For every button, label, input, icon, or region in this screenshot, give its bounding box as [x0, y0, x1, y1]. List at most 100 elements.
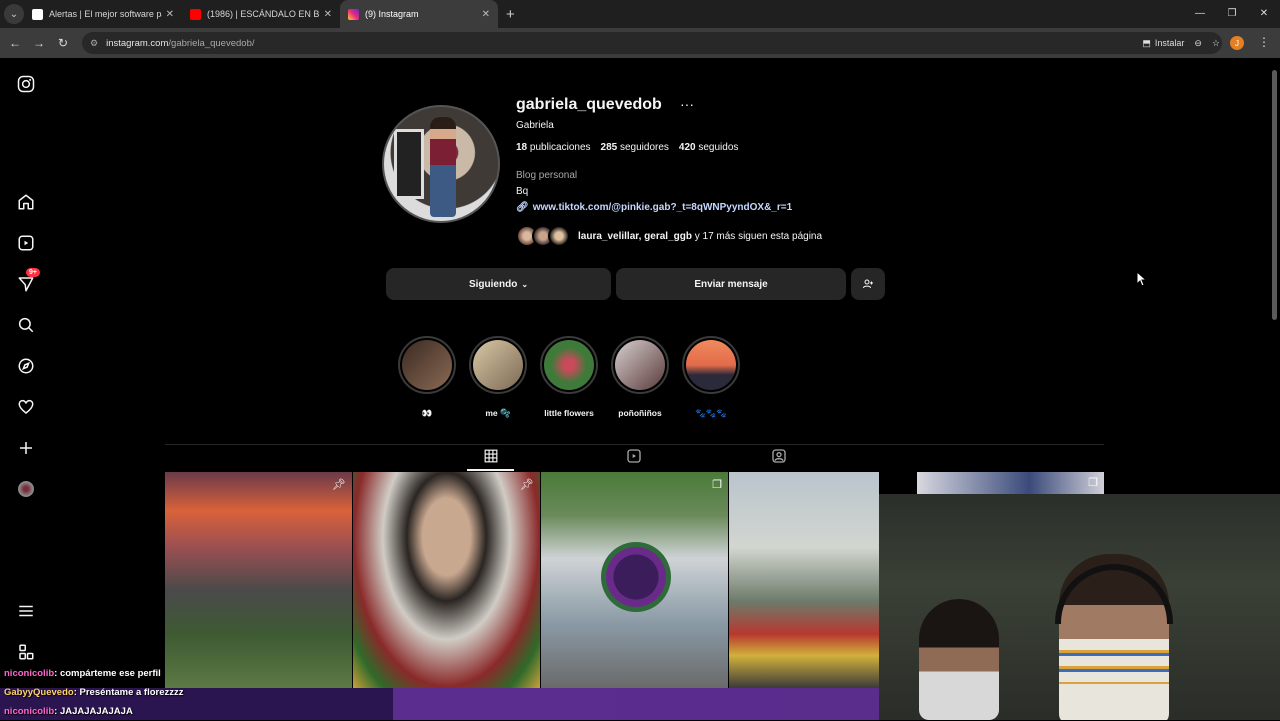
followers-count: 285 — [600, 142, 618, 153]
create-icon[interactable] — [16, 438, 36, 458]
highlight-label: 🐾🐾🐾 — [695, 408, 727, 418]
highlight-item[interactable]: poñoñiños — [611, 336, 669, 418]
tab-title: (1986) | ESCÁNDALO EN BRASIL — [207, 9, 320, 19]
install-label: Instalar — [1154, 38, 1185, 48]
threads-icon[interactable] — [16, 642, 36, 662]
post-thumbnail[interactable]: ❐ — [729, 472, 879, 688]
followers-stat[interactable]: 285 seguidores — [601, 142, 669, 153]
suggested-users-button[interactable] — [851, 268, 885, 300]
chat-text: : Preséntame a florezzzz — [73, 687, 184, 698]
search-icon[interactable] — [16, 315, 36, 335]
highlight-item[interactable]: me 🫧 — [469, 336, 527, 419]
send-message-button[interactable]: Enviar mensaje — [616, 268, 846, 300]
reels-icon[interactable] — [16, 233, 36, 253]
heart-icon[interactable] — [16, 397, 36, 417]
profile-category: Blog personal — [516, 170, 578, 181]
tab-tagged[interactable] — [769, 446, 789, 466]
following-stat[interactable]: 420 seguidos — [679, 142, 739, 153]
post-thumbnail[interactable]: ❐ — [541, 472, 728, 688]
site-info-icon[interactable]: ⚙ — [90, 38, 98, 49]
webcam-overlay — [879, 494, 1280, 720]
shirt-stripe — [1059, 644, 1169, 684]
followers-label: seguidores — [619, 142, 669, 153]
chat-text: : compárteme ese perfil — [54, 668, 161, 679]
url-input[interactable]: ⚙ instagram.com/gabriela_quevedob/ — [82, 32, 1222, 54]
profile-stats: 18 publicaciones 285 seguidores 420 segu… — [516, 142, 738, 153]
highlight-ring — [682, 336, 740, 394]
following-button-label: Siguiendo — [468, 278, 518, 290]
close-tab-icon[interactable]: ✕ — [324, 9, 332, 20]
posts-count: 18 — [516, 142, 528, 153]
browser-tab-bar: ⌄ Alertas | El mejor software para ✕ (19… — [0, 0, 1280, 28]
tab-title: (9) Instagram — [365, 9, 419, 19]
home-icon[interactable] — [16, 192, 36, 212]
close-tab-icon[interactable]: ✕ — [482, 9, 490, 20]
highlight-image — [686, 340, 736, 390]
close-window-icon[interactable]: ✕ — [1248, 0, 1280, 28]
more-options-icon[interactable]: ··· — [680, 96, 694, 112]
explore-icon[interactable] — [16, 356, 36, 376]
tab-reels[interactable] — [624, 446, 644, 466]
reload-icon[interactable]: ↻ — [51, 36, 75, 50]
browser-tab-instagram[interactable]: (9) Instagram ✕ — [340, 0, 498, 28]
post-thumbnail[interactable]: ❐ — [917, 472, 1104, 494]
forward-icon[interactable]: → — [27, 36, 51, 50]
profile-link-text: www.tiktok.com/@pinkie.gab?_t=8qWNPyyndO… — [532, 202, 793, 213]
tab-search-button[interactable]: ⌄ — [4, 4, 24, 24]
followed-by[interactable]: laura_velillar, geral_ggb y 17 más sigue… — [516, 225, 822, 247]
browser-menu-icon[interactable]: ⋮ — [1258, 35, 1270, 49]
browser-profile-avatar[interactable]: J — [1230, 36, 1244, 50]
new-tab-icon[interactable]: + — [506, 6, 515, 23]
highlight-label: little flowers — [544, 408, 594, 418]
browser-tab-youtube[interactable]: (1986) | ESCÁNDALO EN BRASIL ✕ — [182, 0, 340, 28]
omnibox-actions: ⬒ Instalar ⊖ ☆ J — [1142, 32, 1244, 54]
profile-bio: Bq — [516, 186, 529, 197]
instagram-favicon-icon — [348, 8, 359, 20]
instagram-sidebar: 9+ — [0, 58, 52, 720]
add-user-icon — [863, 279, 873, 289]
back-icon[interactable]: ← — [3, 36, 27, 50]
restore-icon[interactable]: ❐ — [1216, 0, 1248, 28]
profile-link[interactable]: 🔗︎ www.tiktok.com/@pinkie.gab?_t=8qWNPyy… — [516, 202, 792, 213]
post-thumbnail[interactable]: 📌︎ — [165, 472, 352, 688]
chat-username: niconicolib — [4, 706, 55, 717]
youtube-favicon-icon — [190, 8, 201, 20]
posts-label: publicaciones — [529, 142, 591, 153]
reels-tab-icon — [627, 449, 641, 463]
browser-tab-alertas[interactable]: Alertas | El mejor software para ✕ — [24, 0, 182, 28]
install-app-button[interactable]: ⬒ Instalar — [1142, 38, 1184, 49]
notification-badge: 9+ — [26, 268, 40, 277]
wreath-graphic — [601, 542, 671, 612]
highlight-image — [473, 340, 523, 390]
highlight-label: me 🫧 — [485, 408, 511, 418]
profile-username: gabriela_quevedob — [516, 96, 662, 113]
highlight-item[interactable]: little flowers — [540, 336, 598, 418]
highlight-item[interactable]: 🐾🐾🐾 — [682, 336, 740, 419]
window-controls: — ❐ ✕ — [1184, 0, 1280, 28]
tab-posts[interactable] — [481, 446, 501, 466]
pinned-icon: 📌︎ — [520, 479, 534, 491]
messenger-icon[interactable]: 9+ — [16, 268, 40, 294]
highlight-item[interactable]: 👀 — [398, 336, 456, 419]
minimize-icon[interactable]: — — [1184, 0, 1216, 28]
followed-by-rest: y 17 más siguen esta página — [691, 230, 823, 242]
alertas-favicon-icon — [32, 8, 43, 20]
profile-avatar[interactable] — [16, 479, 36, 499]
mouse-cursor-icon — [1136, 270, 1148, 291]
close-tab-icon[interactable]: ✕ — [166, 9, 174, 20]
bookmark-star-icon[interactable]: ☆ — [1212, 38, 1220, 49]
instagram-logo-icon[interactable] — [16, 74, 36, 94]
zoom-icon[interactable]: ⊖ — [1194, 38, 1202, 49]
followed-by-text: laura_velillar, geral_ggb y 17 más sigue… — [578, 231, 822, 242]
following-button[interactable]: Siguiendo ⌄ — [386, 268, 611, 300]
scroll-thumb[interactable] — [1272, 70, 1277, 320]
post-thumbnail[interactable]: 📌︎ — [353, 472, 540, 688]
page-scrollbar[interactable] — [1270, 60, 1278, 720]
grid-icon — [484, 449, 498, 463]
send-message-label: Enviar mensaje — [694, 278, 768, 290]
stream-chat: niconicolib : compárteme ese perfil Gaby… — [0, 664, 400, 721]
url-path: /gabriela_quevedob/ — [168, 37, 255, 49]
highlight-image — [544, 340, 594, 390]
profile-picture[interactable] — [382, 105, 500, 223]
menu-icon[interactable] — [16, 601, 36, 621]
